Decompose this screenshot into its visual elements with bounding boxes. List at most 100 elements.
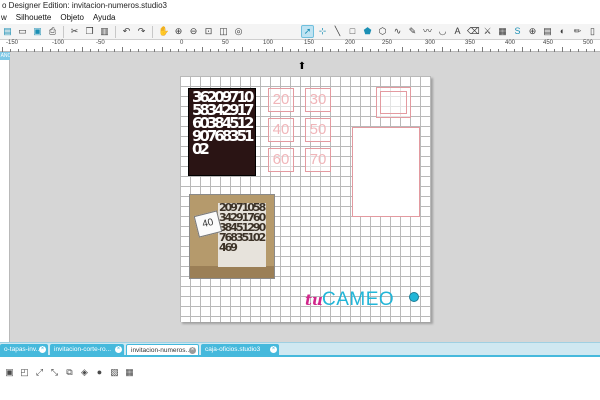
tab-label: invitacion-corte-ro...: [54, 346, 112, 353]
curve-icon[interactable]: ∿: [392, 26, 403, 37]
paste-icon[interactable]: ▥: [99, 26, 110, 37]
zoom-all-icon[interactable]: ◎: [233, 26, 244, 37]
ungroup-icon[interactable]: ◰: [19, 367, 30, 378]
pan-icon[interactable]: ✋: [158, 26, 169, 37]
ruler-label: -50: [96, 40, 105, 46]
close-tab-icon[interactable]: ×: [115, 346, 122, 353]
document-tabs: o-tapas-inv... × invitacion-corte-ro... …: [0, 342, 600, 357]
photo-card-numbers: 20971058342917603845129076835102469: [219, 203, 266, 254]
cut-card-numbers: 3620971058342917603845129076835102: [192, 88, 255, 158]
cut-icon[interactable]: ✂: [69, 26, 80, 37]
knife-icon[interactable]: ⚔: [482, 26, 493, 37]
ruler-label: 500: [583, 40, 594, 46]
grid-icon[interactable]: ▤: [542, 26, 553, 37]
number-box-60[interactable]: 60: [268, 148, 294, 172]
tucameo-logo: tu CAMEO: [305, 289, 425, 311]
image-icon[interactable]: ▦: [124, 367, 135, 378]
line-style-icon[interactable]: ▧: [109, 367, 120, 378]
ruler-label: 50: [222, 40, 229, 46]
menu-item-silhouette[interactable]: Silhouette: [16, 12, 52, 24]
ruler-label: 300: [425, 40, 436, 46]
crosshair-icon[interactable]: ⊕: [527, 26, 538, 37]
text-icon[interactable]: A: [452, 26, 463, 37]
undo-icon[interactable]: ↶: [121, 26, 132, 37]
zoom-in-icon[interactable]: ⊕: [173, 26, 184, 37]
menu-item-ayuda[interactable]: Ayuda: [93, 12, 116, 24]
copy-icon[interactable]: ❐: [84, 26, 95, 37]
arc-icon[interactable]: ◡: [437, 26, 448, 37]
select-icon[interactable]: ➚: [301, 25, 314, 38]
open-icon[interactable]: ▭: [17, 26, 28, 37]
ruler-label: 250: [382, 40, 393, 46]
polygon-icon[interactable]: ⬡: [377, 26, 388, 37]
line-icon[interactable]: ╲: [332, 26, 343, 37]
print-icon[interactable]: ⎙: [47, 26, 58, 37]
window-title: o Designer Edition: invitacion-numeros.s…: [0, 0, 600, 12]
fill-icon[interactable]: ●: [94, 367, 105, 378]
horizontal-ruler: -150 -100 -50 0 50 100 150 200 250 300 3…: [0, 40, 600, 52]
group-icon[interactable]: ▣: [4, 367, 15, 378]
blank-card-shape[interactable]: [352, 127, 420, 217]
pencil-icon[interactable]: ✏: [572, 26, 583, 37]
number-box-30[interactable]: 30: [305, 88, 331, 112]
eraser-icon[interactable]: ⌫: [467, 26, 480, 37]
ruler-label: 400: [505, 40, 516, 46]
ruler-label: -150: [6, 40, 19, 46]
number-box-20[interactable]: 20: [268, 88, 294, 112]
close-tab-icon[interactable]: ×: [189, 347, 196, 354]
close-tab-icon[interactable]: ×: [270, 346, 277, 353]
close-tab-icon[interactable]: ×: [39, 346, 46, 353]
numbers-cut-card[interactable]: 3620971058342917603845129076835102: [188, 88, 256, 176]
zoom-fit-icon[interactable]: ◫: [218, 26, 229, 37]
small-frame-inner: [380, 91, 407, 114]
offset-icon[interactable]: ⧉: [64, 367, 75, 378]
save-icon[interactable]: ▣: [32, 26, 43, 37]
photo-table: [190, 266, 274, 278]
number-box-40[interactable]: 40: [268, 118, 294, 142]
number-box-50[interactable]: 50: [305, 118, 331, 142]
small-frame-shape[interactable]: [376, 87, 411, 118]
menu-item-window[interactable]: w: [1, 12, 7, 24]
feed-direction-arrow-icon: ⬆: [297, 61, 307, 72]
tab-label: caja-oficios.studio3: [205, 346, 261, 353]
new-icon[interactable]: ▤: [2, 26, 13, 37]
tab-label: o-tapas-inv...: [4, 346, 42, 353]
ruler-label: 200: [345, 40, 356, 46]
square-icon[interactable]: □: [347, 26, 358, 37]
ruler-label: 150: [304, 40, 315, 46]
library-icon[interactable]: ▦: [497, 26, 508, 37]
compound-icon[interactable]: ⤢: [34, 367, 45, 378]
trace-icon[interactable]: ◈: [79, 367, 90, 378]
ruler-label: 100: [263, 40, 274, 46]
toolbar-divider: [115, 25, 116, 38]
photo-card: 20971058342917603845129076835102469: [218, 203, 266, 267]
redo-icon[interactable]: ↷: [136, 26, 147, 37]
palette-icon[interactable]: ◐: [557, 26, 568, 37]
pentagon-icon[interactable]: ⬟: [362, 26, 373, 37]
menu-item-objeto[interactable]: Objeto: [60, 12, 84, 24]
bottom-toolbar: ▣ ◰ ⤢ ⤡ ⧉ ◈ ● ▧ ▦: [2, 365, 137, 379]
page-icon[interactable]: ▯: [587, 26, 598, 37]
toolbar-divider: [152, 25, 153, 38]
invitation-photo[interactable]: 20971058342917603845129076835102469 40: [189, 194, 275, 279]
release-icon[interactable]: ⤡: [49, 367, 60, 378]
smooth-icon[interactable]: 〰: [422, 26, 433, 37]
pen-icon: [409, 292, 419, 302]
ruler-label: 350: [465, 40, 476, 46]
main-toolbar: ▤ ▭ ▣ ⎙ ✂ ❐ ▥ ↶ ↷ ✋ ⊕ ⊖ ⊡ ◫ ◎ ➚ ⊹ ╲ □ ⬟ …: [0, 24, 600, 40]
tab-label: invitacion-numeros...: [131, 347, 191, 354]
logo-cameo: CAMEO: [322, 289, 395, 310]
number-box-70[interactable]: 70: [305, 148, 331, 172]
zoom-out-icon[interactable]: ⊖: [188, 26, 199, 37]
ruler-label: 450: [543, 40, 554, 46]
vertical-ruler: [0, 52, 10, 342]
zoom-box-icon[interactable]: ⊡: [203, 26, 214, 37]
bottom-panel: ▣ ◰ ⤢ ⤡ ⧉ ◈ ● ▧ ▦: [0, 357, 600, 400]
logo-tu: tu: [305, 291, 323, 309]
freehand-icon[interactable]: ✎: [407, 26, 418, 37]
ruler-label: -100: [52, 40, 65, 46]
toolbar-divider: [63, 25, 64, 38]
edit-points-icon[interactable]: ⊹: [317, 26, 328, 37]
ruler-label: 0: [180, 40, 184, 46]
store-icon[interactable]: S: [512, 26, 523, 37]
